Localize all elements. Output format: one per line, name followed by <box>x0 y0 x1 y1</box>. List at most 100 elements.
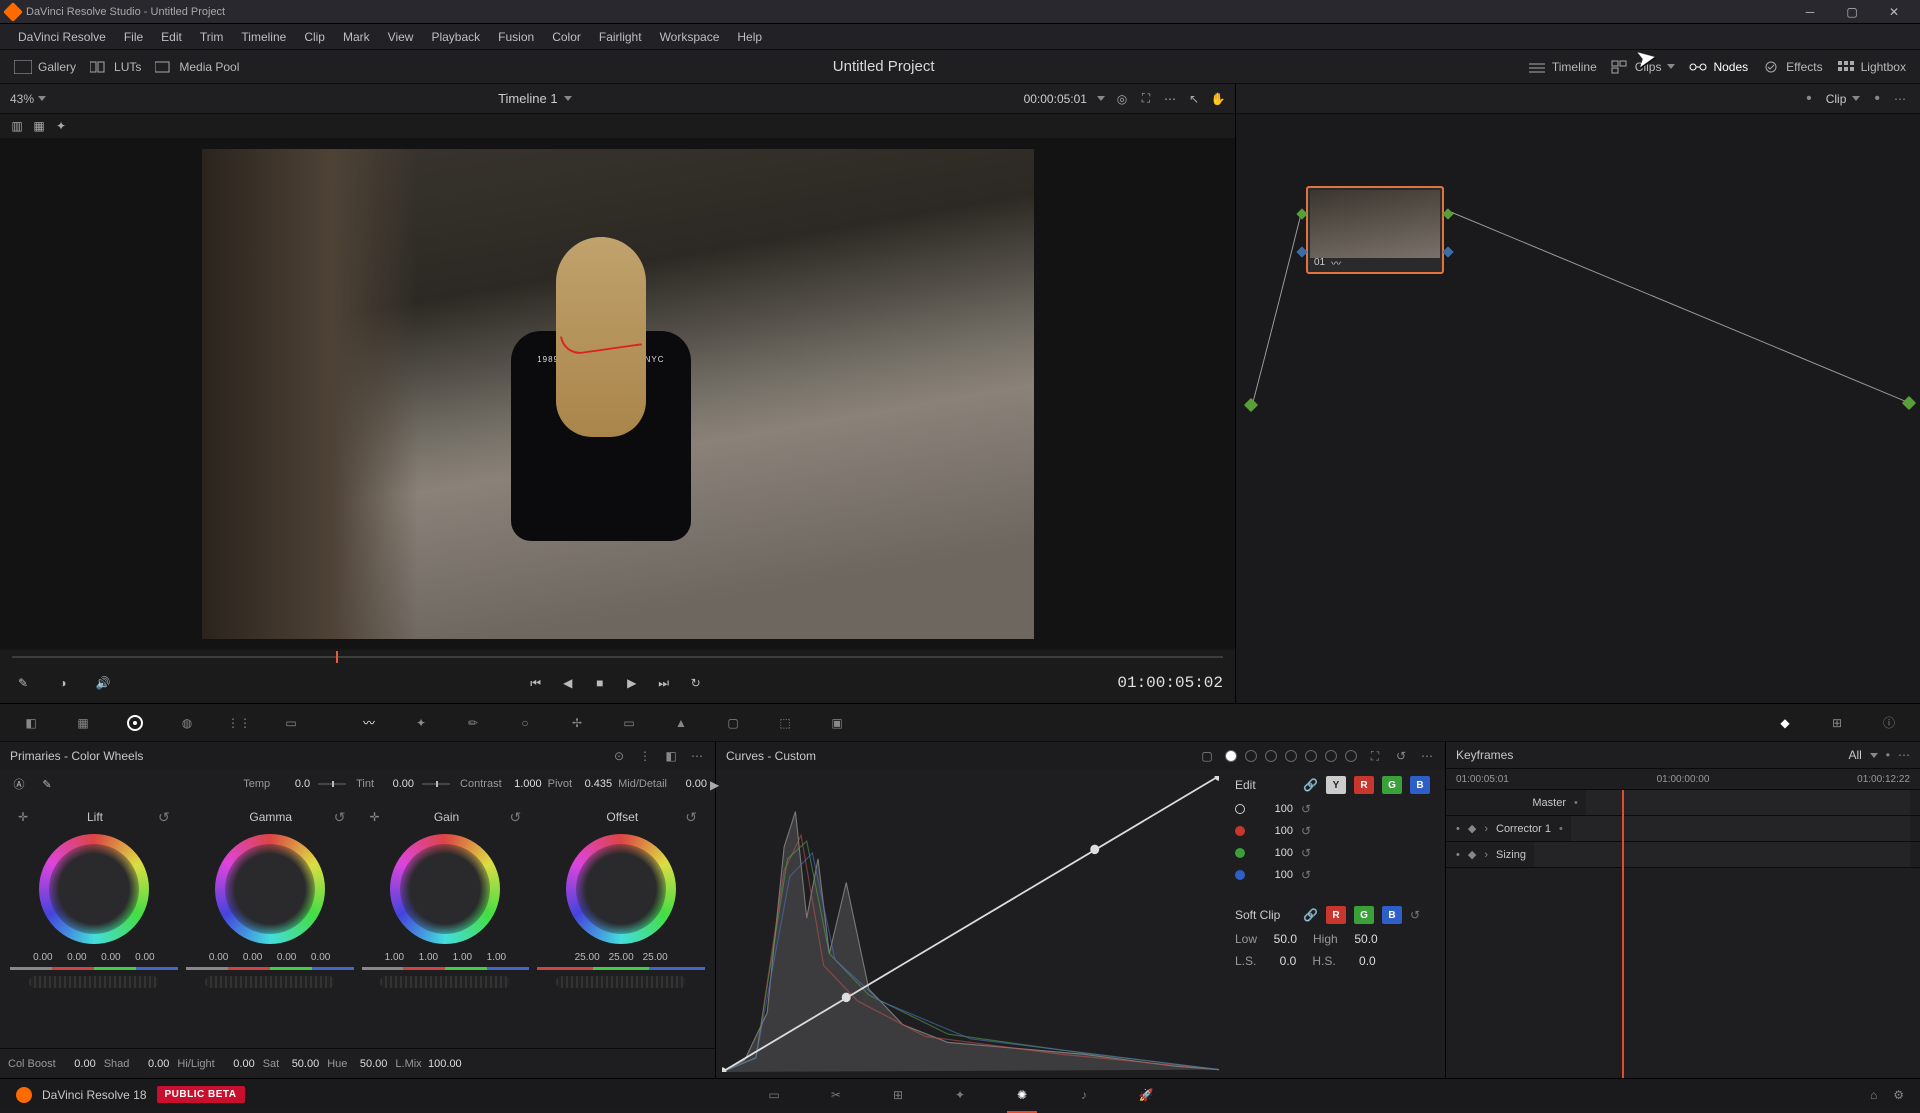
menu-fusion[interactable]: Fusion <box>490 28 542 46</box>
hue-vs-lum-icon[interactable] <box>1285 750 1297 762</box>
color-match-icon[interactable]: ▦ <box>70 710 96 736</box>
gain-wheel[interactable] <box>390 834 500 944</box>
gain-b[interactable]: 1.00 <box>482 952 510 963</box>
b-reset-icon[interactable]: ↺ <box>1301 868 1311 882</box>
hand-icon[interactable]: ✋ <box>1211 92 1225 106</box>
menu-playback[interactable]: Playback <box>423 28 488 46</box>
warper-icon[interactable]: ✦ <box>408 710 434 736</box>
auto-balance-icon[interactable]: Ⓐ <box>8 773 30 795</box>
first-frame-button[interactable]: ⏮ <box>525 672 547 694</box>
window-icon[interactable]: ○ <box>512 710 538 736</box>
minimize-button[interactable]: ─ <box>1790 1 1830 23</box>
bars-mode-icon[interactable]: ⋮ <box>637 748 653 764</box>
split-icon[interactable]: ◑ <box>52 672 74 694</box>
tracker-icon[interactable]: ✢ <box>564 710 590 736</box>
lift-jog[interactable] <box>29 976 159 988</box>
lift-r[interactable]: 0.00 <box>63 952 91 963</box>
menu-fairlight[interactable]: Fairlight <box>591 28 650 46</box>
lift-picker-icon[interactable]: ✛ <box>18 810 32 824</box>
curves-custom-icon[interactable] <box>1225 750 1237 762</box>
menu-view[interactable]: View <box>380 28 422 46</box>
offset-reset-icon[interactable]: ↺ <box>685 809 697 826</box>
node-zoom-dot2-icon[interactable]: • <box>1874 90 1880 108</box>
curves-options-icon[interactable]: ⋯ <box>1419 748 1435 764</box>
blur-icon[interactable]: ▲ <box>668 710 694 736</box>
pivot-value[interactable]: 0.435 <box>576 778 612 790</box>
scopes-icon[interactable]: ⊞ <box>1824 710 1850 736</box>
edit-page-icon[interactable]: ⊞ <box>887 1084 909 1106</box>
menu-color[interactable]: Color <box>544 28 589 46</box>
offset-g[interactable]: 25.00 <box>607 952 635 963</box>
serial-node-1[interactable]: 01〰 <box>1306 186 1444 274</box>
channel-y-button[interactable]: Y <box>1326 776 1346 794</box>
menu-help[interactable]: Help <box>729 28 770 46</box>
corrector-label[interactable]: Corrector 1 <box>1496 823 1551 835</box>
motion-icon[interactable]: ▭ <box>278 710 304 736</box>
contrast-value[interactable]: 1.000 <box>506 778 542 790</box>
kf-dot-icon[interactable]: • <box>1886 748 1890 762</box>
temp-value[interactable]: 0.0 <box>274 778 310 790</box>
next-frame-button[interactable]: ⏭ <box>653 672 675 694</box>
offset-jog[interactable] <box>556 976 686 988</box>
shad-value[interactable]: 0.00 <box>133 1058 169 1070</box>
effects-button[interactable]: Effects <box>1762 60 1822 74</box>
timeline-button[interactable]: Timeline <box>1528 60 1597 74</box>
menu-timeline[interactable]: Timeline <box>233 28 294 46</box>
mute-icon[interactable]: 🔊 <box>92 672 114 694</box>
menu-trim[interactable]: Trim <box>192 28 232 46</box>
y-reset-icon[interactable]: ↺ <box>1301 802 1311 816</box>
fairlight-page-icon[interactable]: ♪ <box>1073 1084 1095 1106</box>
settings-icon[interactable]: ⚙ <box>1893 1088 1904 1102</box>
gamma-jog[interactable] <box>205 976 335 988</box>
deliver-page-icon[interactable]: 🚀 <box>1135 1084 1157 1106</box>
middetail-value[interactable]: 0.00 <box>671 778 707 790</box>
hs-value[interactable]: 0.0 <box>1340 954 1376 968</box>
curves-mode1-icon[interactable]: ▢ <box>1199 748 1215 764</box>
gallery-button[interactable]: Gallery <box>14 60 76 74</box>
gamma-y[interactable]: 0.00 <box>205 952 233 963</box>
transport-timecode[interactable]: 01:00:05:02 <box>1117 674 1223 692</box>
wheel-mode-icon[interactable]: ⊙ <box>611 748 627 764</box>
expand-icon[interactable]: ⛶ <box>1139 92 1153 106</box>
scrubber[interactable] <box>0 651 1235 663</box>
lift-g[interactable]: 0.00 <box>97 952 125 963</box>
media-page-icon[interactable]: ▭ <box>763 1084 785 1106</box>
info-icon[interactable]: ⓘ <box>1876 710 1902 736</box>
color-page-icon[interactable]: ✺ <box>1011 1084 1033 1106</box>
curves-reset-icon[interactable]: ↺ <box>1393 748 1409 764</box>
g-reset-icon[interactable]: ↺ <box>1301 846 1311 860</box>
mediapool-button[interactable]: Media Pool <box>155 60 239 74</box>
options-icon[interactable]: ⋯ <box>689 748 705 764</box>
splitview-icon[interactable]: ▥ <box>10 119 24 133</box>
sat-vs-lum-icon[interactable] <box>1345 750 1357 762</box>
ls-value[interactable]: 0.0 <box>1260 954 1296 968</box>
lmix-value[interactable]: 100.00 <box>426 1058 462 1070</box>
curves-icon[interactable]: 〰 <box>356 710 382 736</box>
gain-g[interactable]: 1.00 <box>448 952 476 963</box>
node-zoom-dot-icon[interactable]: • <box>1806 90 1812 108</box>
rgb-mixer-icon[interactable]: ⋮⋮ <box>226 710 252 736</box>
g-intensity[interactable]: 100 <box>1253 847 1293 859</box>
lift-reset-icon[interactable]: ↺ <box>158 809 170 826</box>
fusion-page-icon[interactable]: ✦ <box>949 1084 971 1106</box>
low-value[interactable]: 50.0 <box>1261 932 1297 946</box>
offset-r[interactable]: 25.00 <box>573 952 601 963</box>
maximize-button[interactable]: ▢ <box>1832 1 1872 23</box>
camera-raw-icon[interactable]: ◧ <box>18 710 44 736</box>
hdr-icon[interactable]: ◍ <box>174 710 200 736</box>
channel-b-button[interactable]: B <box>1410 776 1430 794</box>
y-intensity[interactable]: 100 <box>1253 803 1293 815</box>
offset-b[interactable]: 25.00 <box>641 952 669 963</box>
prev-frame-button[interactable]: ◀ <box>557 672 579 694</box>
key-icon[interactable]: ▢ <box>720 710 746 736</box>
viewer-timecode[interactable]: 00:00:05:01 <box>1024 92 1087 106</box>
picker-icon[interactable]: ✎ <box>12 672 34 694</box>
lift-y[interactable]: 0.00 <box>29 952 57 963</box>
log-mode-icon[interactable]: ◧ <box>663 748 679 764</box>
sc-r-button[interactable]: R <box>1326 906 1346 924</box>
lift-wheel[interactable] <box>39 834 149 944</box>
gamma-g[interactable]: 0.00 <box>273 952 301 963</box>
hilight-value[interactable]: 0.00 <box>219 1058 255 1070</box>
lightbox-button[interactable]: Lightbox <box>1837 60 1906 74</box>
softclip-link-icon[interactable]: 🔗 <box>1303 908 1318 922</box>
